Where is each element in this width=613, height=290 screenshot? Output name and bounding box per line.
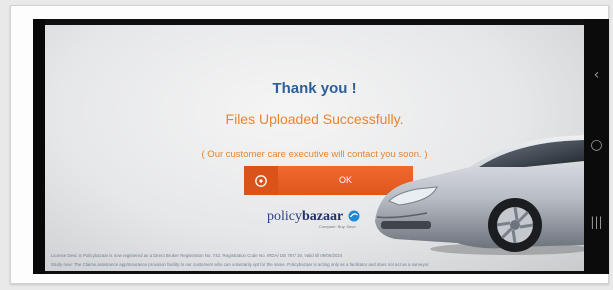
logo-tagline: Compare. Buy. Save. — [319, 224, 357, 229]
android-nav-bar: ‹ ○ ||| — [584, 19, 609, 274]
phone-bezel — [33, 19, 45, 274]
phone-device: Thank you ! Files Uploaded Successfully.… — [33, 19, 609, 274]
app-screen: Thank you ! Files Uploaded Successfully.… — [45, 25, 584, 271]
policybazaar-logo: policybazaar Compare. Buy. Save. — [267, 207, 387, 237]
recent-apps-icon[interactable]: ||| — [584, 215, 609, 229]
car-illustration — [375, 135, 584, 255]
disclaimer-line-2: Study now: The Claims assistance app/Ins… — [51, 262, 430, 267]
logo-mark-icon — [348, 210, 360, 222]
logo-text-bazaar: bazaar — [302, 209, 344, 224]
home-circle-icon[interactable]: ○ — [584, 137, 609, 153]
disclaimer-line-1: License Desc is Policybazaar is now regi… — [51, 253, 343, 258]
back-chevron-icon[interactable]: ‹ — [584, 67, 609, 83]
logo-text-policy: policy — [267, 209, 302, 224]
dialog-title: Thank you ! — [272, 80, 357, 97]
power-icon — [244, 166, 278, 195]
